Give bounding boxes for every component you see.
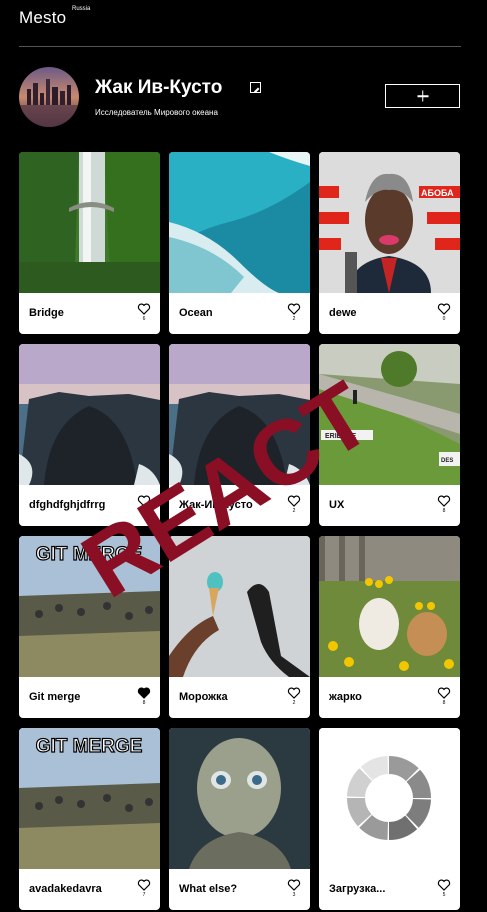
card-title: Bridge — [29, 307, 64, 319]
heart-filled-icon[interactable] — [137, 687, 151, 699]
like-count: 7 — [142, 892, 146, 898]
heart-icon[interactable] — [437, 495, 451, 507]
card: dfghdfghjdfrrg 2 — [19, 344, 160, 526]
card: GIT MERGE Git merge 8 — [19, 536, 160, 718]
card-title: жарко — [329, 691, 362, 703]
card-title: What else? — [179, 883, 238, 895]
avatar[interactable] — [19, 67, 79, 127]
card-title: Ocean — [179, 307, 213, 319]
card-image-loading[interactable] — [319, 728, 460, 869]
card: АБОБА dewe 0 — [319, 152, 460, 334]
like-count: 2 — [292, 508, 296, 514]
like-count: 2 — [292, 700, 296, 706]
card-title: avadakedavra — [29, 883, 102, 895]
heart-icon[interactable] — [287, 495, 301, 507]
badge-word: АБОБА — [421, 188, 454, 198]
like-count: 5 — [442, 892, 446, 898]
card-image-rock[interactable] — [19, 344, 160, 485]
heart-icon[interactable] — [437, 303, 451, 315]
sign-left: ERIENCE — [325, 433, 356, 440]
profile-name: Жак Ив-Кусто — [95, 77, 223, 98]
meme-caption: GIT MERGE — [36, 736, 143, 757]
logo[interactable]: Mesto — [19, 8, 66, 27]
card: Bridge 6 — [19, 152, 160, 334]
card-image-ocean[interactable] — [169, 152, 310, 293]
card: Ocean 2 — [169, 152, 310, 334]
loading-spinner-icon — [319, 728, 460, 869]
sign-right: DES — [441, 458, 453, 464]
card-title: Жак-Ив Кусто — [179, 499, 253, 511]
card-title: UX — [329, 499, 345, 511]
card-title: Git merge — [29, 691, 81, 703]
card-image-cats[interactable] — [319, 536, 460, 677]
heart-icon[interactable] — [287, 687, 301, 699]
meme-caption: GIT MERGE — [36, 544, 143, 565]
heart-icon[interactable] — [437, 687, 451, 699]
heart-icon[interactable] — [137, 303, 151, 315]
like-count: 0 — [442, 316, 446, 322]
like-count: 8 — [142, 700, 146, 706]
card-image-bridge[interactable] — [19, 152, 160, 293]
card: What else? 3 — [169, 728, 310, 910]
card-title: Морожка — [179, 691, 228, 703]
add-card-button[interactable] — [385, 84, 460, 108]
card-image-git-merge-2[interactable]: GIT MERGE — [19, 728, 160, 869]
card-title: dfghdfghjdfrrg — [29, 499, 106, 511]
header: Mesto Russia — [19, 6, 90, 28]
heart-icon[interactable] — [437, 879, 451, 891]
card-image-git-merge[interactable]: GIT MERGE — [19, 536, 160, 677]
edit-profile-button[interactable] — [250, 82, 261, 93]
like-count: 8 — [442, 700, 446, 706]
heart-icon[interactable] — [287, 303, 301, 315]
pencil-icon — [254, 87, 260, 93]
like-count: 8 — [442, 508, 446, 514]
card-image-ice-cream[interactable] — [169, 536, 310, 677]
card-image-rock-2[interactable] — [169, 344, 310, 485]
like-count: 2 — [142, 508, 146, 514]
like-count: 2 — [292, 316, 296, 322]
card-title: Загрузка... — [329, 883, 386, 895]
card: Морожка 2 — [169, 536, 310, 718]
card: GIT MERGE avadakedavra 7 — [19, 728, 160, 910]
logo-region: Russia — [72, 6, 91, 12]
card: Загрузка... 5 — [319, 728, 460, 910]
card-title: dewe — [329, 307, 357, 319]
card: Жак-Ив Кусто 2 — [169, 344, 310, 526]
card: ERIENCE DES UX 8 — [319, 344, 460, 526]
card-image-gollum[interactable] — [169, 728, 310, 869]
card: жарко 8 — [319, 536, 460, 718]
card-image-ux[interactable]: ERIENCE DES — [319, 344, 460, 485]
profile-about: Исследователь Мирового океана — [95, 108, 218, 117]
header-divider — [19, 46, 461, 47]
like-count: 6 — [142, 316, 146, 322]
like-count: 3 — [292, 892, 296, 898]
heart-icon[interactable] — [137, 495, 151, 507]
heart-icon[interactable] — [137, 879, 151, 891]
heart-icon[interactable] — [287, 879, 301, 891]
card-image-dewe[interactable]: АБОБА — [319, 152, 460, 293]
profile: Жак Ив-Кусто Исследователь Мирового океа… — [19, 67, 461, 127]
